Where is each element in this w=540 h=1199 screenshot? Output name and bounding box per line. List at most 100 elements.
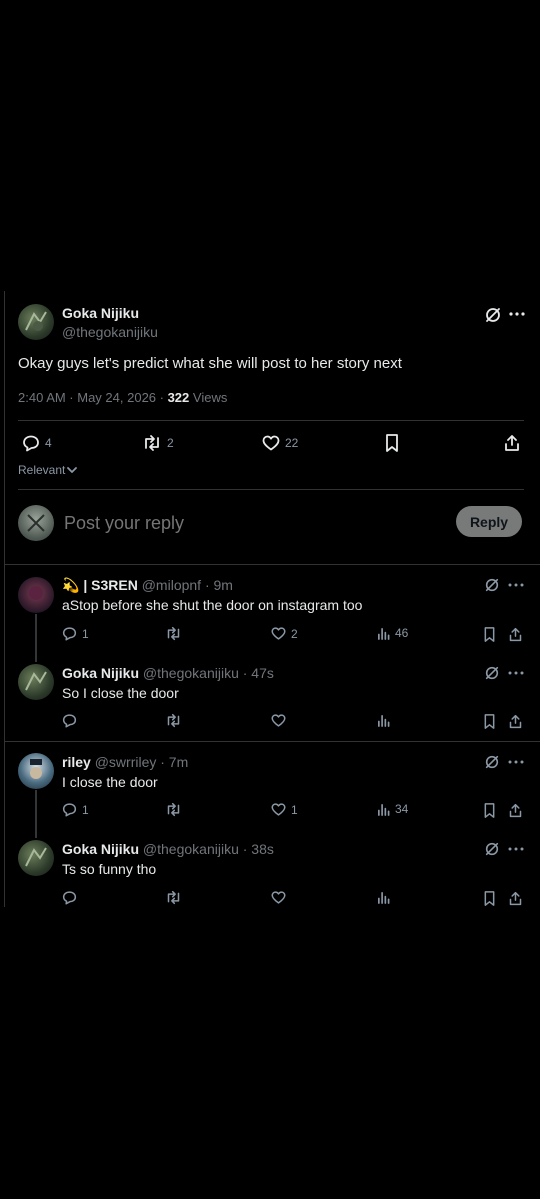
reply-action[interactable]: 1 (62, 626, 89, 641)
divider (5, 564, 540, 565)
like-action[interactable]: 2 (271, 626, 298, 641)
thread-connector (35, 790, 37, 838)
tweet-thread-panel: Goka Nijiku @thegokanijiku Okay guys let… (4, 291, 540, 907)
avatar[interactable] (18, 664, 54, 700)
reply-time[interactable]: · 38s (243, 841, 274, 857)
share-icon[interactable] (508, 713, 523, 730)
heart-icon (271, 803, 286, 816)
avatar-image (25, 847, 47, 867)
grok-icon[interactable] (484, 754, 500, 770)
avatar[interactable] (18, 753, 54, 789)
avatar[interactable] (18, 577, 54, 613)
avatar-image (30, 759, 42, 779)
reply-icon[interactable] (62, 713, 77, 728)
repost-icon[interactable] (165, 713, 182, 728)
heart-icon[interactable] (271, 713, 286, 728)
reply-count: 1 (82, 802, 89, 817)
reply-icon (62, 627, 77, 641)
sort-dropdown[interactable]: Relevant (18, 463, 78, 477)
like-count: 1 (291, 802, 298, 817)
grok-icon[interactable] (484, 306, 502, 324)
views-icon[interactable] (377, 714, 390, 727)
views-action[interactable]: 46 (377, 626, 408, 640)
divider (5, 741, 540, 742)
reply-header: riley @swrriley · 7m (62, 754, 188, 770)
bookmark-icon[interactable] (482, 890, 497, 907)
avatar-image (25, 671, 47, 691)
repost-icon (145, 435, 159, 451)
divider (18, 420, 524, 421)
like-count: 2 (291, 626, 298, 641)
reply-author-name[interactable]: | S3REN (83, 577, 138, 593)
avatar-image (27, 514, 45, 532)
grok-icon[interactable] (484, 577, 500, 593)
bookmark-icon[interactable] (482, 802, 497, 819)
views-count: 34 (395, 802, 409, 816)
reply-time[interactable]: · 47s (243, 665, 274, 681)
my-avatar[interactable] (18, 505, 54, 541)
more-options-icon[interactable] (508, 670, 524, 676)
avatar-image (29, 586, 43, 600)
heart-icon (262, 435, 280, 451)
reply-header: Goka Nijiku @thegokanijiku · 38s (62, 841, 274, 857)
views-count: 46 (395, 626, 409, 640)
repost-action[interactable] (165, 802, 187, 817)
share-icon[interactable] (508, 890, 523, 907)
more-options-icon[interactable] (508, 759, 524, 765)
divider (18, 489, 524, 490)
reply-author-name[interactable]: Goka Nijiku (62, 841, 139, 857)
views-action[interactable]: 34 (377, 802, 408, 816)
repost-action[interactable]: 2 (142, 434, 174, 452)
repost-icon (167, 626, 180, 641)
reply-action[interactable]: 4 (22, 434, 52, 452)
reply-handle[interactable]: @milopnf (142, 577, 201, 593)
reply-input[interactable] (62, 509, 436, 537)
more-options-icon[interactable] (509, 311, 525, 317)
avatar-image (25, 311, 47, 331)
reply-icon (23, 435, 39, 452)
author-name[interactable]: Goka Nijiku (62, 305, 139, 321)
views-icon[interactable] (377, 891, 390, 904)
reply-count: 1 (82, 626, 89, 641)
bookmark-icon[interactable] (383, 433, 401, 453)
reply-header: 💫 | S3REN @milopnf · 9m (62, 577, 233, 594)
more-options-icon[interactable] (508, 846, 524, 852)
repost-count: 2 (167, 436, 174, 450)
heart-icon[interactable] (271, 890, 286, 905)
share-icon[interactable] (508, 802, 523, 819)
views-count: 322 (167, 390, 190, 405)
views-icon (378, 803, 390, 816)
reply-button[interactable]: Reply (456, 506, 522, 537)
author-handle[interactable]: @thegokanijiku (62, 324, 158, 340)
bookmark-icon[interactable] (482, 626, 497, 643)
reply-handle[interactable]: @swrriley (95, 754, 157, 770)
bookmark-icon[interactable] (482, 713, 497, 730)
reply-icon[interactable] (62, 890, 77, 905)
reply-time[interactable]: · 7m (160, 754, 188, 770)
grok-icon[interactable] (484, 665, 500, 681)
reply-author-name[interactable]: Goka Nijiku (62, 665, 139, 681)
tweet-meta: 2:40 AM · May 24, 2026 · 322 Views (18, 390, 227, 405)
views-label: Views (189, 390, 228, 405)
star-emoji-icon: 💫 (62, 577, 80, 593)
share-icon[interactable] (503, 433, 521, 453)
repost-icon[interactable] (165, 890, 182, 905)
reply-handle[interactable]: @thegokanijiku (143, 841, 239, 857)
reply-time[interactable]: · 9m (205, 577, 233, 593)
repost-action[interactable] (165, 626, 187, 641)
like-action[interactable]: 1 (271, 802, 298, 817)
more-options-icon[interactable] (508, 582, 524, 588)
reply-text: aStop before she shut the door on instag… (62, 597, 363, 613)
grok-icon[interactable] (484, 841, 500, 857)
reply-text: So I close the door (62, 685, 179, 701)
reply-header: Goka Nijiku @thegokanijiku · 47s (62, 665, 274, 681)
share-icon[interactable] (508, 626, 523, 643)
avatar[interactable] (18, 304, 54, 340)
reply-author-name[interactable]: riley (62, 754, 91, 770)
tweet-timestamp[interactable]: 2:40 AM · May 24, 2026 · (18, 390, 168, 405)
reply-handle[interactable]: @thegokanijiku (143, 665, 239, 681)
reply-action[interactable]: 1 (62, 802, 89, 817)
avatar[interactable] (18, 840, 54, 876)
like-action[interactable]: 22 (262, 434, 298, 452)
sort-label: Relevant (18, 463, 66, 477)
